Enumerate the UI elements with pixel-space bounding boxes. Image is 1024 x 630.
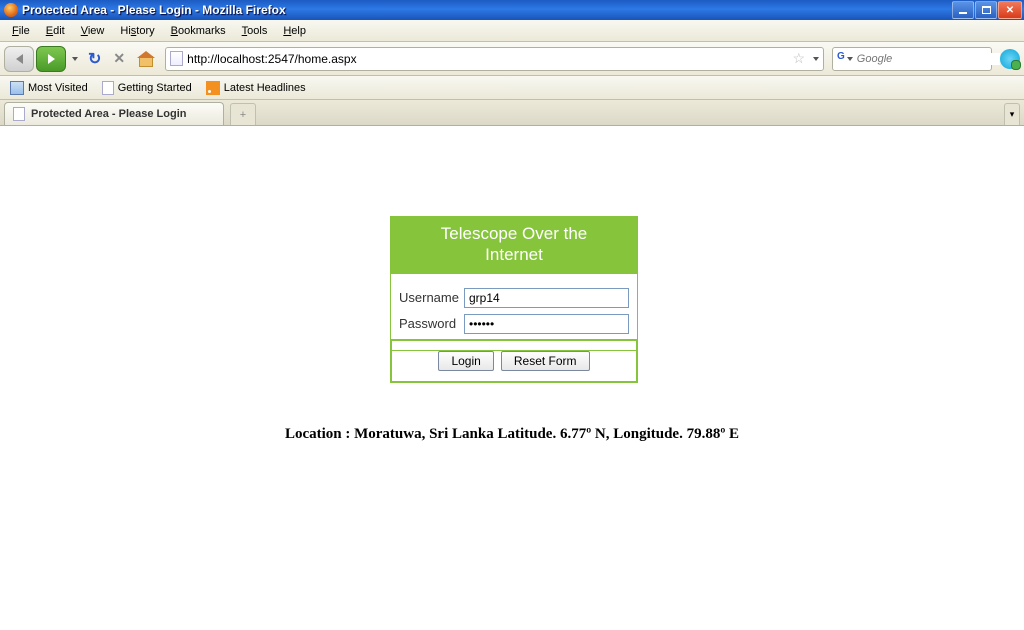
menu-help[interactable]: Help [275,25,314,37]
username-label: Username [399,290,464,305]
url-input[interactable] [187,49,788,69]
back-button[interactable] [4,46,34,72]
tab-list-dropdown[interactable]: ▾ [1004,103,1020,125]
menu-history[interactable]: History [112,25,162,37]
stop-button[interactable]: ✕ [113,50,125,67]
page-icon [102,81,114,95]
url-dropdown-icon[interactable] [813,57,819,61]
url-bar[interactable]: ☆ [165,47,824,71]
search-box[interactable]: 🔍 [832,47,992,71]
window-controls: ✕ [951,1,1022,19]
tab-active[interactable]: Protected Area - Please Login [4,102,224,125]
bookmark-label: Most Visited [28,82,88,94]
skype-icon[interactable] [1000,49,1020,69]
menu-view[interactable]: View [73,25,113,37]
arrow-left-icon [16,54,23,64]
login-title-line1: Telescope Over the [441,224,587,243]
login-header: Telescope Over the Internet [391,217,637,274]
search-input[interactable] [857,53,1000,65]
history-dropdown-icon[interactable] [72,57,78,61]
window-title: Protected Area - Please Login - Mozilla … [22,3,286,17]
location-footer: Location : Moratuwa, Sri Lanka Latitude.… [0,426,1024,443]
maximize-button[interactable] [975,1,997,19]
password-label: Password [399,316,464,331]
forward-button[interactable] [36,46,66,72]
navigation-toolbar: ↻ ✕ ☆ 🔍 [0,42,1024,76]
search-engine-dropdown-icon[interactable] [847,57,853,61]
menu-bar: File Edit View History Bookmarks Tools H… [0,20,1024,42]
minimize-button[interactable] [952,1,974,19]
window-titlebar: Protected Area - Please Login - Mozilla … [0,0,1024,20]
login-buttons-panel: Login Reset Form [390,339,638,383]
menu-bookmarks[interactable]: Bookmarks [163,25,234,37]
new-tab-button[interactable]: + [230,103,256,125]
page-icon [13,107,25,121]
password-input[interactable] [464,314,629,334]
bookmark-latest-headlines[interactable]: Latest Headlines [200,81,312,95]
close-button[interactable]: ✕ [998,1,1022,19]
menu-tools[interactable]: Tools [234,25,276,37]
page-content: Telescope Over the Internet Username Pas… [0,126,1024,630]
reload-button[interactable]: ↻ [88,49,101,69]
bookmark-star-icon[interactable]: ☆ [792,50,805,67]
google-icon [837,51,845,66]
bookmarks-toolbar: Most Visited Getting Started Latest Head… [0,76,1024,100]
bookmark-most-visited[interactable]: Most Visited [4,81,94,95]
bookmark-label: Latest Headlines [224,82,306,94]
rss-icon [206,81,220,95]
folder-icon [10,81,24,95]
arrow-right-icon [48,54,55,64]
bookmark-getting-started[interactable]: Getting Started [96,81,198,95]
bookmark-label: Getting Started [118,82,192,94]
menu-edit[interactable]: Edit [38,25,73,37]
username-input[interactable] [464,288,629,308]
firefox-icon [4,3,18,17]
login-button[interactable]: Login [438,351,493,371]
menu-file[interactable]: File [4,25,38,37]
tab-bar: Protected Area - Please Login + ▾ [0,100,1024,126]
login-panel: Telescope Over the Internet Username Pas… [390,216,638,351]
reset-form-button[interactable]: Reset Form [501,351,590,371]
page-icon [170,51,183,66]
tab-title: Protected Area - Please Login [31,108,186,120]
login-title-line2: Internet [485,245,543,264]
home-button[interactable] [137,51,155,67]
